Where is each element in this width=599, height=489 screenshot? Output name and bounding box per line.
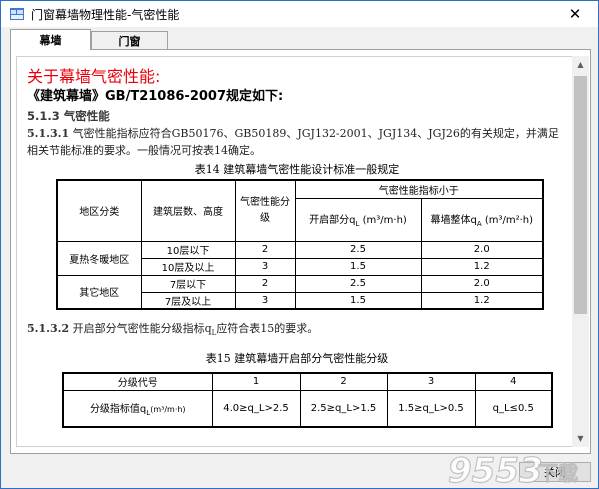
row-header-index-value: 分级指标值qL(m³/m·h) [62,389,213,428]
clause-number: 5.1.3.1 [27,127,70,140]
clause-5-1-3-1: 5.1.3.1 气密性能指标应符合GB50176、GB50189、JGJ132-… [27,125,567,159]
close-window-button[interactable]: ✕ [552,1,598,27]
clause-5-1-3-2: 5.1.3.2 开启部分气密性能分级指标qL应符合表15的要求。 [27,322,319,338]
tab-doors-windows[interactable]: 门窗 [91,31,168,49]
col-header-floors: 建筑层数、高度 [140,179,236,242]
table-cell: 3 [234,291,296,310]
tab-curtain-wall[interactable]: 幕墙 [10,29,91,50]
table-cell: 1.5≥q_L>0.5 [386,389,476,428]
row-header-grade-code: 分级代号 [62,372,213,391]
doc-heading: 关于幕墙气密性能: [27,67,161,86]
table-cell: 4 [474,372,553,391]
tab-bar: 幕墙 门窗 [10,29,168,50]
table-cell: 3 [234,257,296,276]
scroll-up-arrow-icon[interactable]: ▲ [572,56,589,73]
table-cell: 1.5 [294,291,422,310]
table-cell: 其它地区 [56,274,142,310]
table15-caption: 表15 建筑幕墙开启部分气密性能分级 [205,352,389,366]
table-cell: 2 [234,240,296,259]
standard-title: 《建筑幕墙》GB/T21086-2007规定如下: [27,89,284,104]
section-title: 5.1.3 气密性能 [27,109,110,123]
table-cell: 2.5 [294,240,422,259]
table-cell: 1 [211,372,301,391]
table-cell: 2 [234,274,296,293]
col-header-open: 开启部分qL (m³/m·h) [294,197,422,242]
table-cell: 2.0 [420,274,544,293]
scrollbar-thumb[interactable] [574,76,587,314]
table-15: 分级代号 1 2 3 4 分级指标值qL(m³/m·h) 4.0≥q_L>2.5… [62,372,553,429]
table-cell: 2.5≥q_L>1.5 [299,389,388,428]
table-cell: 4.0≥q_L>2.5 [211,389,301,428]
table-cell: 7层以下 [140,274,236,293]
col-header-grade: 气密性能分级 [234,179,296,242]
table-cell: 2.5 [294,274,422,293]
table-cell: 2 [299,372,388,391]
col-header-whole: 幕墙整体qA (m³/m²·h) [420,197,544,242]
table-cell: q_L≤0.5 [474,389,553,428]
table-cell: 2.0 [420,240,544,259]
vertical-scrollbar[interactable]: ▲ ▼ [572,56,589,447]
window-title: 门窗幕墙物理性能-气密性能 [31,7,180,22]
clause-text: 气密性能指标应符合GB50176、GB50189、JGJ132-2001、JGJ… [27,127,559,157]
app-icon [10,8,24,20]
table-cell: 7层及以上 [140,291,236,310]
table-14: 地区分类 建筑层数、高度 气密性能分级 气密性能指标小于 开启部分qL (m³/… [56,179,544,310]
col-header-region: 地区分类 [56,179,142,242]
tab-panel: 关于幕墙气密性能: 《建筑幕墙》GB/T21086-2007规定如下: 5.1.… [10,49,591,454]
table-cell: 1.2 [420,257,544,276]
title-bar: 门窗幕墙物理性能-气密性能 ✕ [1,1,598,27]
table-cell: 10层及以上 [140,257,236,276]
scroll-down-arrow-icon[interactable]: ▼ [572,430,589,447]
close-button[interactable]: 关闭 [519,462,591,482]
document-content: 关于幕墙气密性能: 《建筑幕墙》GB/T21086-2007规定如下: 5.1.… [27,67,567,429]
col-header-index: 气密性能指标小于 [294,179,544,199]
table-cell: 夏热冬暖地区 [56,240,142,276]
close-icon: ✕ [568,5,582,23]
table-cell: 3 [386,372,476,391]
document-view[interactable]: 关于幕墙气密性能: 《建筑幕墙》GB/T21086-2007规定如下: 5.1.… [16,56,574,447]
table14-caption: 表14 建筑幕墙气密性能设计标准一般规定 [194,163,400,176]
table-cell: 1.2 [420,291,544,310]
table-cell: 1.5 [294,257,422,276]
table-cell: 10层以下 [140,240,236,259]
clause-number: 5.1.3.2 [27,322,70,335]
app-window: 门窗幕墙物理性能-气密性能 ✕ 幕墙 门窗 关于幕墙气密性能: 《建筑幕墙》GB… [0,0,599,489]
